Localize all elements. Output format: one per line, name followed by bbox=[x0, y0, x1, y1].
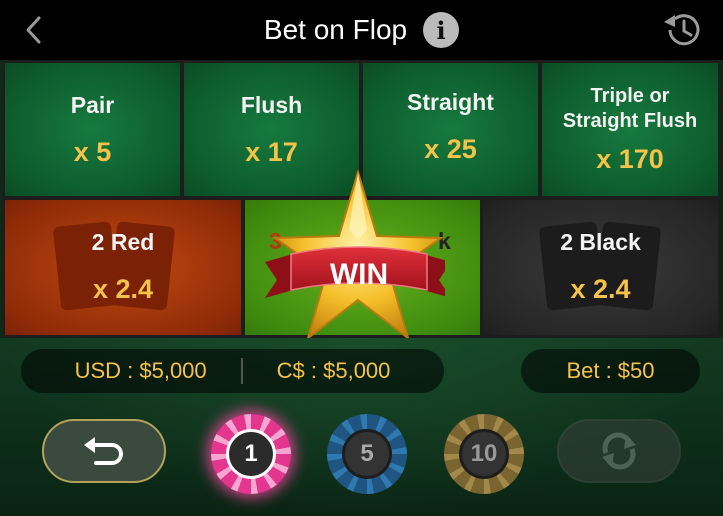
repeat-icon bbox=[602, 432, 636, 470]
page-title: Bet on Flop bbox=[263, 14, 408, 45]
bet-payout: x 17 bbox=[245, 137, 298, 168]
bet-payout: x 25 bbox=[424, 134, 477, 165]
chip-1[interactable]: 1 bbox=[211, 414, 291, 494]
win-text: WIN bbox=[330, 258, 388, 291]
balance-usd: USD : $5,000 bbox=[74, 358, 207, 383]
undo-button[interactable] bbox=[42, 419, 166, 483]
bet-cell-2-black[interactable]: 2 Black x 2.4 bbox=[483, 200, 718, 335]
bet-label: Flush bbox=[240, 91, 303, 118]
win-badge: WIN bbox=[255, 168, 451, 345]
info-button[interactable]: i bbox=[423, 12, 460, 48]
bet-label: 2 Black bbox=[560, 228, 641, 255]
bet-label-line-1: Triple or bbox=[590, 85, 670, 107]
balance-cad: C$ : $5,000 bbox=[276, 358, 391, 383]
bet-cell-triple-or-straight-flush[interactable]: Triple or Straight Flush x 170 bbox=[542, 63, 718, 196]
balance-display: USD : $5,000 C$ : $5,000 bbox=[21, 349, 444, 393]
chip-value: 5 bbox=[342, 429, 392, 479]
chip-value: 10 bbox=[459, 429, 509, 479]
bet-label-line-2: Straight Flush bbox=[562, 110, 698, 132]
bet-payout: x 2.4 bbox=[570, 274, 631, 305]
bet-label: 2 Red bbox=[91, 228, 155, 255]
bet-cell-pair[interactable]: Pair x 5 bbox=[5, 63, 180, 196]
divider bbox=[240, 358, 243, 384]
chip-10[interactable]: 10 bbox=[444, 414, 524, 494]
bet-payout: x 5 bbox=[73, 137, 112, 168]
bet-cell-2-red[interactable]: 2 Red x 2.4 bbox=[5, 200, 241, 335]
undo-arrow-icon bbox=[84, 437, 123, 465]
chip-5[interactable]: 5 bbox=[327, 414, 407, 494]
chevron-left-icon bbox=[26, 16, 41, 44]
history-icon bbox=[664, 14, 700, 46]
bet-label: Pair bbox=[70, 91, 115, 118]
bet-amount: Bet : $50 bbox=[566, 358, 655, 383]
chip-value: 1 bbox=[226, 429, 276, 479]
bet-payout: x 170 bbox=[596, 144, 664, 174]
info-icon: i bbox=[436, 15, 446, 45]
back-button[interactable] bbox=[18, 12, 48, 48]
bet-display: Bet : $50 bbox=[521, 349, 700, 393]
rebet-button[interactable] bbox=[557, 419, 681, 483]
star-icon: WIN bbox=[265, 168, 451, 341]
top-bar: Bet on Flop i bbox=[0, 0, 723, 60]
history-button[interactable] bbox=[661, 10, 703, 50]
bet-label: Straight bbox=[407, 88, 494, 115]
bet-payout: x 2.4 bbox=[92, 274, 154, 305]
